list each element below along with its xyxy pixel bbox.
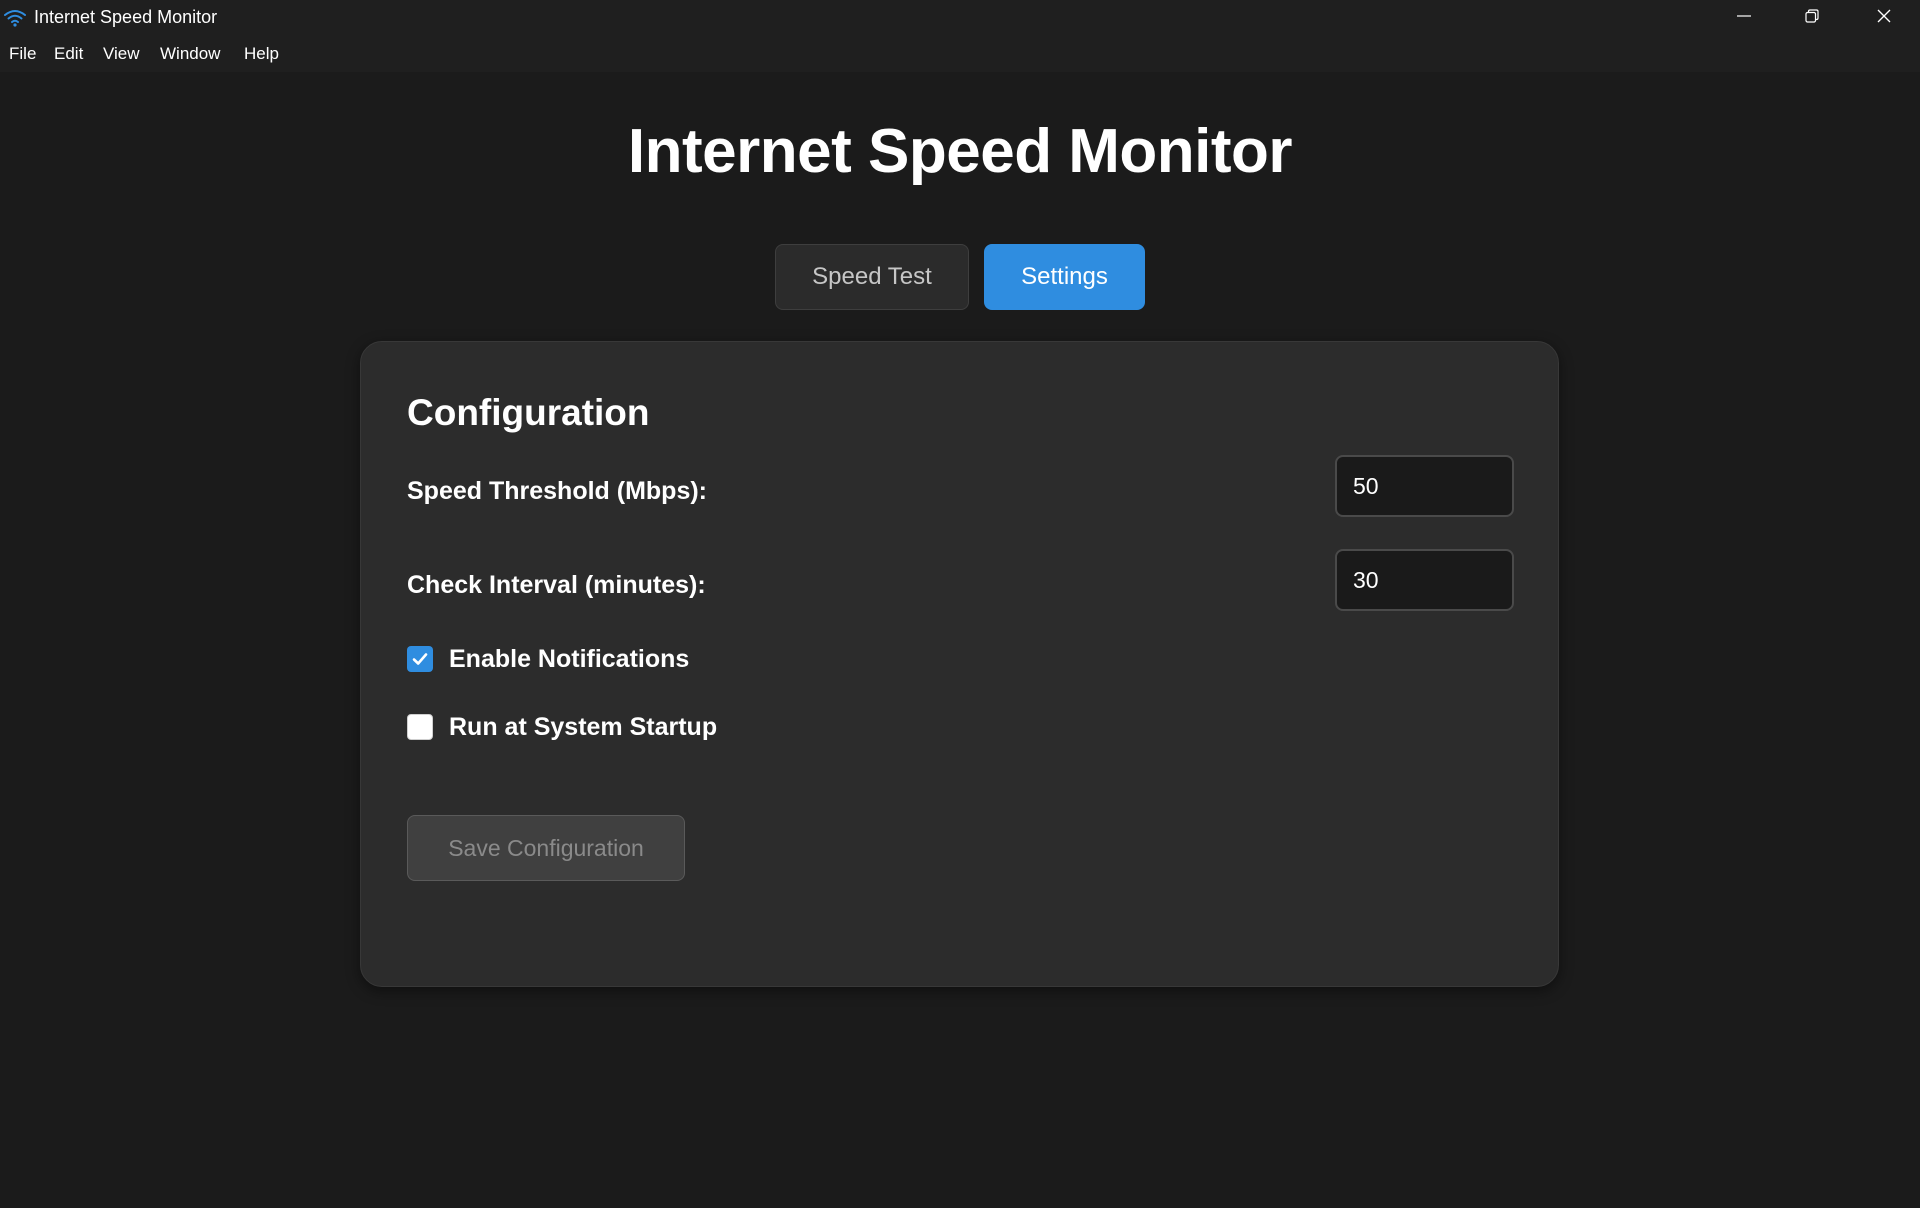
run-at-startup-checkbox[interactable] [407, 714, 433, 740]
enable-notifications-checkbox[interactable] [407, 646, 433, 672]
tab-settings[interactable]: Settings [984, 244, 1145, 310]
wifi-icon [4, 9, 26, 27]
menu-window[interactable]: Window [160, 44, 220, 64]
menu-edit[interactable]: Edit [54, 44, 83, 64]
speed-threshold-label: Speed Threshold (Mbps): [407, 477, 707, 505]
restore-icon [1804, 8, 1820, 29]
save-configuration-button[interactable]: Save Configuration [407, 815, 685, 881]
menu-bar: File Edit View Window Help [0, 36, 1920, 72]
window-title: Internet Speed Monitor [34, 7, 218, 27]
menu-file[interactable]: File [9, 44, 36, 64]
checkmark-icon [412, 653, 428, 665]
minimize-button[interactable] [1710, 0, 1778, 36]
title-bar: Internet Speed Monitor [0, 0, 1920, 36]
minimize-icon [1736, 8, 1752, 29]
check-interval-input[interactable] [1335, 549, 1514, 611]
speed-threshold-input[interactable] [1335, 455, 1514, 517]
check-interval-label: Check Interval (minutes): [407, 571, 706, 599]
menu-help[interactable]: Help [244, 44, 279, 64]
close-icon [1876, 8, 1892, 29]
enable-notifications-row[interactable]: Enable Notifications [407, 644, 689, 674]
main-content: Internet Speed Monitor Speed Test Settin… [0, 72, 1920, 1208]
page-title: Internet Speed Monitor [627, 117, 1293, 186]
close-button[interactable] [1850, 0, 1918, 36]
run-at-startup-row[interactable]: Run at System Startup [407, 712, 717, 742]
restore-button[interactable] [1778, 0, 1846, 36]
run-at-startup-label: Run at System Startup [449, 712, 718, 741]
configuration-title: Configuration [407, 392, 650, 433]
configuration-card: Configuration Speed Threshold (Mbps): Ch… [360, 341, 1559, 987]
tab-speed-test[interactable]: Speed Test [775, 244, 969, 310]
enable-notifications-label: Enable Notifications [449, 644, 690, 673]
menu-view[interactable]: View [103, 44, 140, 64]
